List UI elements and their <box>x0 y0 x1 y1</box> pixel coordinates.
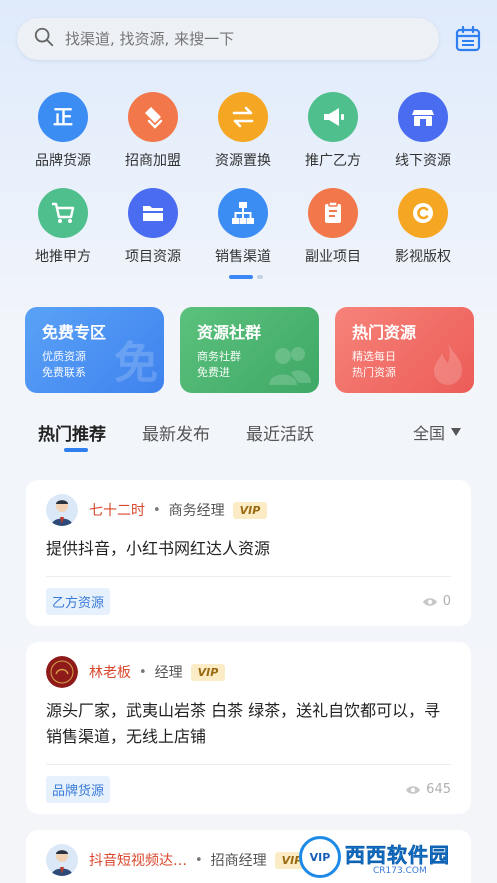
category-side-business[interactable]: 副业项目 <box>288 188 378 266</box>
view-count-value: 645 <box>426 782 451 797</box>
view-count: 0 <box>422 594 451 609</box>
region-label: 全国 <box>412 424 445 443</box>
category-label: 线下资源 <box>395 153 451 169</box>
category-grid: 正 品牌货源 招商加盟 资源置换 推广乙方 线下资源 地推甲方 项目资源 销售渠… <box>18 92 480 266</box>
category-label: 推广乙方 <box>305 153 361 169</box>
category-label: 销售渠道 <box>215 249 271 265</box>
site-watermark: VIP 西西软件园 CR173.COM <box>299 835 479 879</box>
free-zone-card[interactable]: 免费专区 优质资源 免费联系 免 <box>25 307 164 393</box>
clipboard-icon <box>308 188 358 238</box>
vip-badge: VIP <box>232 501 268 519</box>
hierarchy-icon <box>218 188 268 238</box>
avatar[interactable] <box>46 656 78 688</box>
separator-dot: • <box>139 664 147 680</box>
eye-icon <box>406 785 421 794</box>
category-label: 资源置换 <box>215 153 271 169</box>
post-text: 源头厂家，武夷山岩茶 白茶 绿茶，送礼自饮都可以，寻销售渠道，无线上店铺 <box>46 701 441 746</box>
category-project-resources[interactable]: 项目资源 <box>108 188 198 266</box>
feature-title: 资源社群 <box>197 323 262 342</box>
page-dot <box>257 275 263 279</box>
watermark-text: 西西软件园 CR173.COM <box>345 839 450 876</box>
eye-icon <box>422 597 437 606</box>
folder-icon <box>128 188 178 238</box>
tab-recently-active[interactable]: 最近活跃 <box>246 420 314 445</box>
hot-resources-card[interactable]: 热门资源 精选每日 热门资源 <box>335 307 474 393</box>
cart-icon <box>38 188 88 238</box>
user-name[interactable]: 抖音短视频达… <box>89 850 187 870</box>
feed-tabs: 热门推荐 最新发布 最近活跃 全国 <box>38 420 479 454</box>
zheng-icon: 正 <box>38 92 88 142</box>
user-role: 商务经理 <box>168 503 225 519</box>
category-promote-party-b[interactable]: 推广乙方 <box>288 92 378 170</box>
tab-latest[interactable]: 最新发布 <box>142 420 210 445</box>
vip-badge: VIP <box>190 663 226 681</box>
avatar[interactable] <box>46 494 78 526</box>
post-card[interactable]: 林老板 • 经理 VIP 源头厂家，武夷山岩茶 白茶 绿茶，送礼自饮都可以，寻销… <box>26 642 471 814</box>
category-label: 品牌货源 <box>35 153 91 169</box>
watermark-logo: VIP <box>299 836 341 878</box>
search-row <box>17 18 483 60</box>
people-icon <box>265 343 313 391</box>
user-name[interactable]: 七十二时 <box>89 500 145 520</box>
watermark-main: 西西软件园 <box>345 842 450 867</box>
separator-dot: • <box>195 852 203 868</box>
resource-community-card[interactable]: 资源社群 商务社群 免费进 <box>180 307 319 393</box>
user-name[interactable]: 林老板 <box>89 662 131 682</box>
category-label: 副业项目 <box>305 249 361 265</box>
feature-title: 热门资源 <box>352 323 417 342</box>
user-role: 招商经理 <box>210 853 267 869</box>
calendar-icon[interactable] <box>453 24 483 54</box>
post-footer: 乙方资源 0 <box>46 576 451 626</box>
category-franchise[interactable]: 招商加盟 <box>108 92 198 170</box>
post-text: 提供抖音，小红书网红达人资源 <box>46 539 271 558</box>
feature-cards: 免费专区 优质资源 免费联系 免 资源社群 商务社群 免费进 热门资源 精选每日… <box>25 307 474 393</box>
post-tag[interactable]: 品牌货源 <box>46 776 111 803</box>
category-sales-channels[interactable]: 销售渠道 <box>198 188 288 266</box>
category-ground-party-a[interactable]: 地推甲方 <box>18 188 108 266</box>
avatar[interactable] <box>46 844 78 876</box>
post-header: 七十二时 • 商务经理 VIP <box>46 494 451 526</box>
category-label: 项目资源 <box>125 249 181 265</box>
watermark-sub: CR173.COM <box>373 865 427 876</box>
view-count-value: 0 <box>442 594 451 609</box>
store-icon <box>398 92 448 142</box>
megaphone-icon <box>308 92 358 142</box>
category-label: 影视版权 <box>395 249 451 265</box>
page-indicator <box>229 275 263 279</box>
category-offline-resources[interactable]: 线下资源 <box>378 92 468 170</box>
category-label: 招商加盟 <box>125 153 181 169</box>
post-footer: 品牌货源 645 <box>46 764 451 814</box>
caret-down-icon <box>451 428 461 436</box>
view-count: 645 <box>405 782 451 797</box>
search-input[interactable] <box>65 30 385 48</box>
user-role: 经理 <box>154 665 183 681</box>
post-card[interactable]: 七十二时 • 商务经理 VIP 提供抖音，小红书网红达人资源 乙方资源 0 <box>26 480 471 626</box>
category-brand-goods[interactable]: 正 品牌货源 <box>18 92 108 170</box>
category-film-copyright[interactable]: 影视版权 <box>378 188 468 266</box>
region-selector[interactable]: 全国 <box>413 420 461 444</box>
handshake-icon <box>128 92 178 142</box>
swap-icon <box>218 92 268 142</box>
svg-text:正: 正 <box>53 105 73 129</box>
page-dot-active <box>229 275 253 279</box>
tab-hot-recommend[interactable]: 热门推荐 <box>38 420 106 452</box>
search-icon <box>33 26 55 52</box>
post-tag[interactable]: 乙方资源 <box>46 588 111 615</box>
post-header: 林老板 • 经理 VIP <box>46 656 451 688</box>
search-box[interactable] <box>17 18 440 60</box>
separator-dot: • <box>153 502 161 518</box>
category-label: 地推甲方 <box>35 249 91 265</box>
flame-icon <box>428 341 468 391</box>
category-resource-swap[interactable]: 资源置换 <box>198 92 288 170</box>
free-watermark-glyph: 免 <box>114 338 158 389</box>
copyright-icon <box>398 188 448 238</box>
